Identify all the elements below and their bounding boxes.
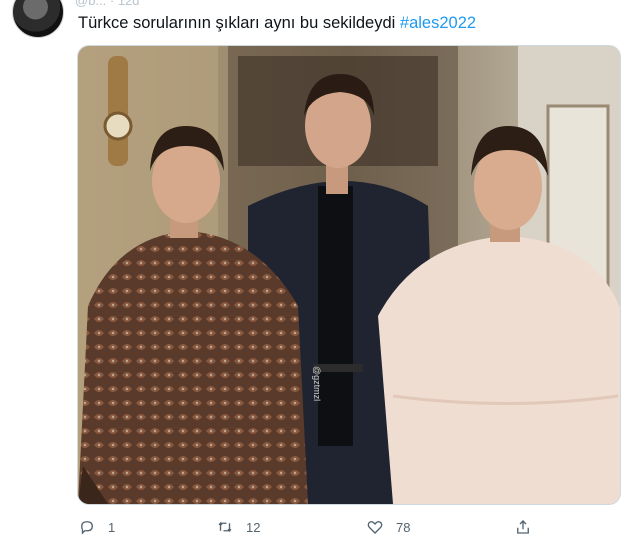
photo-watermark: @gztmzl — [312, 366, 322, 401]
tweet-text: Türkce sorularının şıkları aynı bu sekil… — [78, 12, 476, 34]
share-button[interactable] — [514, 518, 532, 536]
like-count: 78 — [396, 519, 411, 535]
hashtag-link[interactable]: #ales2022 — [400, 14, 476, 32]
like-button[interactable]: 78 — [366, 518, 410, 536]
retweet-count: 12 — [246, 519, 261, 535]
reply-icon — [81, 521, 93, 535]
wall-clock — [103, 56, 133, 166]
avatar[interactable] — [12, 0, 64, 38]
photo-illustration: @gztmzl — [78, 46, 620, 504]
retweet-icon — [218, 521, 232, 533]
share-icon — [517, 520, 529, 534]
retweet-button[interactable]: 12 — [216, 518, 260, 536]
tweet-body: Türkce sorularının şıkları aynı bu sekil… — [78, 14, 396, 32]
tweet-photo[interactable]: @gztmzl — [77, 45, 621, 505]
heart-icon — [367, 520, 383, 534]
tweet-actions: 1 12 78 — [0, 510, 640, 550]
reply-button[interactable]: 1 — [78, 518, 115, 536]
tweet-meta: @b... · 12d — [75, 0, 140, 8]
reply-count: 1 — [108, 519, 116, 535]
